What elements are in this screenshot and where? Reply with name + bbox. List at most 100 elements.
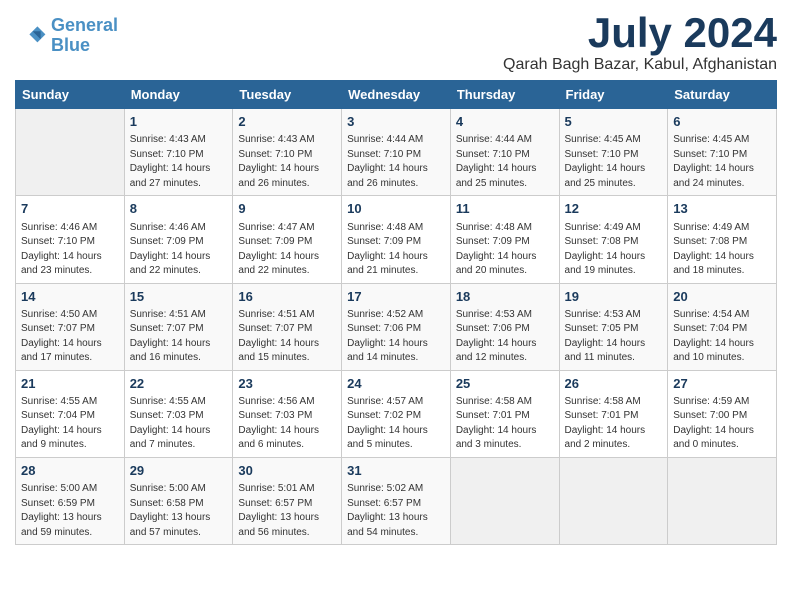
calendar-cell: 15Sunrise: 4:51 AMSunset: 7:07 PMDayligh… (124, 283, 233, 370)
day-number: 9 (238, 200, 336, 218)
calendar-cell: 3Sunrise: 4:44 AMSunset: 7:10 PMDaylight… (342, 109, 451, 196)
column-header-tuesday: Tuesday (233, 81, 342, 109)
calendar-cell: 19 Sunrise: 4:53 AMSunset: 7:05 PMDayligh… (559, 283, 668, 370)
calendar-cell (668, 457, 777, 544)
day-number: 7 (21, 200, 119, 218)
calendar-cell: 6 Sunrise: 4:45 AMSunset: 7:10 PMDaylight… (668, 109, 777, 196)
column-header-monday: Monday (124, 81, 233, 109)
title-area: July 2024 Qarah Bagh Bazar, Kabul, Afgha… (503, 10, 777, 74)
calendar-cell: 18Sunrise: 4:53 AMSunset: 7:06 PMDayligh… (450, 283, 559, 370)
calendar-cell: 8Sunrise: 4:46 AMSunset: 7:09 PMDaylight… (124, 196, 233, 283)
day-info: Sunrise: 4:43 AMSunset: 7:10 PMDaylight:… (238, 133, 336, 191)
calendar-cell: 29 Sunrise: 5:00 AMSunset: 6:58 PMDayligh… (124, 457, 233, 544)
calendar-cell: 23 Sunrise: 4:56 AMSunset: 7:03 PMDayligh… (233, 370, 342, 457)
calendar-cell: 11 Sunrise: 4:48 AMSunset: 7:09 PMDayligh… (450, 196, 559, 283)
calendar-cell: 21Sunrise: 4:55 AMSunset: 7:04 PMDayligh… (16, 370, 125, 457)
logo-line2: Blue (51, 35, 90, 55)
day-number: 4 (456, 113, 554, 131)
day-info: Sunrise: 5:02 AMSunset: 6:57 PMDaylight:… (347, 482, 445, 540)
day-info: Sunrise: 4:59 AMSunset: 7:00 PMDaylight:… (673, 395, 771, 453)
day-info: Sunrise: 4:50 AMSunset: 7:07 PMDaylight:… (21, 308, 119, 366)
day-info: Sunrise: 4:43 AMSunset: 7:10 PMDaylight:… (130, 133, 228, 191)
day-info: Sunrise: 4:58 AMSunset: 7:01 PMDaylight:… (456, 395, 554, 453)
day-info: Sunrise: 4:45 AMSunset: 7:10 PMDaylight:… (673, 133, 771, 191)
day-info: Sunrise: 4:53 AMSunset: 7:05 PMDaylight:… (565, 308, 663, 366)
day-number: 25 (456, 375, 554, 393)
calendar-cell: 13 Sunrise: 4:49 AMSunset: 7:08 PMDayligh… (668, 196, 777, 283)
calendar-cell: 24 Sunrise: 4:57 AMSunset: 7:02 PMDayligh… (342, 370, 451, 457)
day-info: Sunrise: 4:48 AMSunset: 7:09 PMDaylight:… (347, 221, 445, 279)
day-number: 2 (238, 113, 336, 131)
calendar-cell: 7 Sunrise: 4:46 AMSunset: 7:10 PMDaylight… (16, 196, 125, 283)
calendar-cell: 26 Sunrise: 4:58 AMSunset: 7:01 PMDayligh… (559, 370, 668, 457)
calendar-week-row: 1 Sunrise: 4:43 AMSunset: 7:10 PMDaylight… (16, 109, 777, 196)
column-header-wednesday: Wednesday (342, 81, 451, 109)
day-number: 28 (21, 462, 119, 480)
day-info: Sunrise: 4:46 AMSunset: 7:09 PMDaylight:… (130, 221, 228, 279)
day-info: Sunrise: 4:52 AMSunset: 7:06 PMDaylight:… (347, 308, 445, 366)
day-info: Sunrise: 4:44 AMSunset: 7:10 PMDaylight:… (456, 133, 554, 191)
day-number: 14 (21, 288, 119, 306)
day-info: Sunrise: 4:51 AMSunset: 7:07 PMDaylight:… (130, 308, 228, 366)
calendar-cell: 25 Sunrise: 4:58 AMSunset: 7:01 PMDayligh… (450, 370, 559, 457)
day-info: Sunrise: 4:49 AMSunset: 7:08 PMDaylight:… (673, 221, 771, 279)
column-header-thursday: Thursday (450, 81, 559, 109)
calendar-table: SundayMondayTuesdayWednesdayThursdayFrid… (15, 80, 777, 545)
day-info: Sunrise: 4:57 AMSunset: 7:02 PMDaylight:… (347, 395, 445, 453)
day-info: Sunrise: 4:53 AMSunset: 7:06 PMDaylight:… (456, 308, 554, 366)
day-info: Sunrise: 5:01 AMSunset: 6:57 PMDaylight:… (238, 482, 336, 540)
day-number: 26 (565, 375, 663, 393)
day-info: Sunrise: 4:46 AMSunset: 7:10 PMDaylight:… (21, 221, 119, 279)
day-number: 12 (565, 200, 663, 218)
day-number: 1 (130, 113, 228, 131)
day-number: 10 (347, 200, 445, 218)
logo: General Blue (15, 16, 118, 56)
calendar-week-row: 28Sunrise: 5:00 AMSunset: 6:59 PMDayligh… (16, 457, 777, 544)
location-subtitle: Qarah Bagh Bazar, Kabul, Afghanistan (503, 56, 777, 74)
month-title: July 2024 (503, 10, 777, 56)
day-number: 11 (456, 200, 554, 218)
calendar-cell: 31 Sunrise: 5:02 AMSunset: 6:57 PMDayligh… (342, 457, 451, 544)
day-number: 27 (673, 375, 771, 393)
logo-line1: General (51, 15, 118, 35)
day-number: 22 (130, 375, 228, 393)
day-number: 24 (347, 375, 445, 393)
day-number: 3 (347, 113, 445, 131)
day-number: 13 (673, 200, 771, 218)
calendar-cell: 27 Sunrise: 4:59 AMSunset: 7:00 PMDayligh… (668, 370, 777, 457)
calendar-cell: 1 Sunrise: 4:43 AMSunset: 7:10 PMDaylight… (124, 109, 233, 196)
calendar-cell: 14 Sunrise: 4:50 AMSunset: 7:07 PMDayligh… (16, 283, 125, 370)
day-number: 30 (238, 462, 336, 480)
page-header: General Blue July 2024 Qarah Bagh Bazar,… (15, 10, 777, 74)
column-header-saturday: Saturday (668, 81, 777, 109)
day-number: 16 (238, 288, 336, 306)
day-number: 29 (130, 462, 228, 480)
day-info: Sunrise: 4:55 AMSunset: 7:03 PMDaylight:… (130, 395, 228, 453)
calendar-cell: 30 Sunrise: 5:01 AMSunset: 6:57 PMDayligh… (233, 457, 342, 544)
day-info: Sunrise: 5:00 AMSunset: 6:58 PMDaylight:… (130, 482, 228, 540)
calendar-cell (16, 109, 125, 196)
calendar-week-row: 21Sunrise: 4:55 AMSunset: 7:04 PMDayligh… (16, 370, 777, 457)
calendar-week-row: 14 Sunrise: 4:50 AMSunset: 7:07 PMDayligh… (16, 283, 777, 370)
column-header-friday: Friday (559, 81, 668, 109)
day-number: 31 (347, 462, 445, 480)
day-number: 19 (565, 288, 663, 306)
day-info: Sunrise: 4:48 AMSunset: 7:09 PMDaylight:… (456, 221, 554, 279)
calendar-cell (450, 457, 559, 544)
day-number: 23 (238, 375, 336, 393)
calendar-cell: 9 Sunrise: 4:47 AMSunset: 7:09 PMDaylight… (233, 196, 342, 283)
day-info: Sunrise: 4:51 AMSunset: 7:07 PMDaylight:… (238, 308, 336, 366)
calendar-header-row: SundayMondayTuesdayWednesdayThursdayFrid… (16, 81, 777, 109)
calendar-cell: 20Sunrise: 4:54 AMSunset: 7:04 PMDayligh… (668, 283, 777, 370)
calendar-cell (559, 457, 668, 544)
calendar-cell: 16 Sunrise: 4:51 AMSunset: 7:07 PMDayligh… (233, 283, 342, 370)
day-info: Sunrise: 4:47 AMSunset: 7:09 PMDaylight:… (238, 221, 336, 279)
calendar-cell: 17Sunrise: 4:52 AMSunset: 7:06 PMDayligh… (342, 283, 451, 370)
column-header-sunday: Sunday (16, 81, 125, 109)
day-number: 6 (673, 113, 771, 131)
calendar-cell: 2 Sunrise: 4:43 AMSunset: 7:10 PMDaylight… (233, 109, 342, 196)
day-info: Sunrise: 4:56 AMSunset: 7:03 PMDaylight:… (238, 395, 336, 453)
day-info: Sunrise: 4:49 AMSunset: 7:08 PMDaylight:… (565, 221, 663, 279)
day-info: Sunrise: 4:58 AMSunset: 7:01 PMDaylight:… (565, 395, 663, 453)
logo-text: General Blue (51, 16, 118, 56)
